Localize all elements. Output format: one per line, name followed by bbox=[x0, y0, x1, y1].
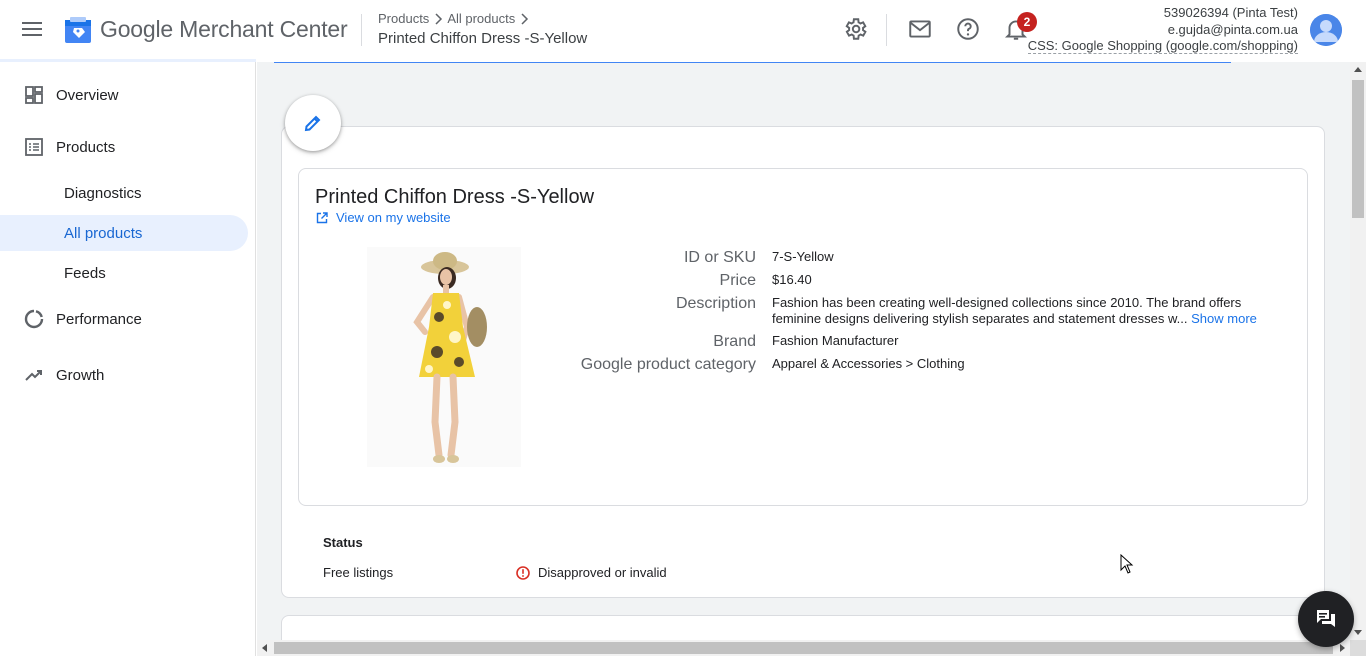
product-detail-card: Printed Chiffon Dress -S-Yellow View on … bbox=[281, 126, 1325, 598]
avatar[interactable] bbox=[1310, 14, 1342, 46]
status-value-text: Disapproved or invalid bbox=[538, 565, 667, 580]
show-more-link[interactable]: Show more bbox=[1191, 311, 1257, 326]
user-avatar-icon bbox=[1310, 14, 1342, 46]
error-alert-icon bbox=[516, 565, 530, 580]
scroll-right-arrow-icon[interactable] bbox=[1340, 644, 1345, 652]
attr-label-sku: ID or SKU bbox=[683, 249, 756, 266]
sidebar-item-feeds[interactable]: Feeds bbox=[0, 255, 248, 291]
product-image bbox=[367, 247, 521, 467]
attr-value-price: $16.40 bbox=[772, 272, 812, 287]
attr-label-brand: Brand bbox=[713, 333, 756, 350]
attribute-values: 7-S-Yellow $16.40 Fashion has been creat… bbox=[772, 169, 1272, 507]
sidebar-item-label: Diagnostics bbox=[64, 184, 142, 202]
status-row-label: Free listings bbox=[323, 565, 394, 580]
account-id: 539026394 (Pinta Test) bbox=[1163, 5, 1298, 20]
attr-label-category: Google product category bbox=[580, 356, 756, 373]
description-text: Fashion has been creating well-designed … bbox=[772, 295, 1242, 326]
horizontal-scrollbar[interactable] bbox=[257, 640, 1350, 656]
breadcrumb: Products All products bbox=[378, 11, 529, 26]
breadcrumb-all-products[interactable]: All products bbox=[447, 11, 515, 26]
main-content: Printed Chiffon Dress -S-Yellow View on … bbox=[257, 62, 1350, 640]
scroll-left-arrow-icon[interactable] bbox=[262, 644, 267, 652]
trending-up-icon bbox=[25, 370, 42, 381]
help-icon[interactable] bbox=[955, 16, 981, 42]
sidebar-item-growth[interactable]: Growth bbox=[0, 357, 248, 393]
attr-value-sku: 7-S-Yellow bbox=[772, 249, 834, 264]
merchant-center-logo-icon bbox=[65, 17, 91, 43]
sidebar-item-performance[interactable]: Performance bbox=[0, 301, 248, 337]
account-info[interactable]: 539026394 (Pinta Test) e.gujda@pinta.com… bbox=[1027, 5, 1298, 55]
sidebar-item-products[interactable]: Products bbox=[0, 129, 248, 165]
attr-label-price: Price bbox=[719, 272, 756, 289]
sidebar-item-diagnostics[interactable]: Diagnostics bbox=[0, 175, 248, 211]
main-menu-button[interactable] bbox=[18, 18, 46, 42]
page-title: Printed Chiffon Dress -S-Yellow bbox=[378, 30, 588, 47]
sidebar-item-label: Growth bbox=[56, 366, 105, 384]
mail-icon[interactable] bbox=[907, 16, 933, 42]
status-row-value: Disapproved or invalid bbox=[516, 565, 667, 580]
status-heading: Status bbox=[323, 535, 363, 550]
scrollbar-corner bbox=[1350, 640, 1366, 656]
header-separator bbox=[886, 14, 887, 46]
chevron-right-icon bbox=[435, 12, 443, 25]
pencil-edit-icon bbox=[304, 115, 321, 132]
sidebar-item-label: Feeds bbox=[64, 264, 106, 282]
sidebar-item-label: Overview bbox=[56, 86, 119, 104]
hamburger-line bbox=[22, 34, 42, 36]
sidebar-item-label: All products bbox=[64, 224, 143, 242]
chat-bubbles-icon bbox=[1317, 610, 1335, 627]
breadcrumb-products[interactable]: Products bbox=[378, 11, 429, 26]
chevron-right-icon bbox=[521, 12, 529, 25]
attr-value-description: Fashion has been creating well-designed … bbox=[772, 295, 1272, 326]
next-section-card bbox=[281, 615, 1325, 640]
sidebar-nav: Overview Products Diagnostics All produc… bbox=[0, 62, 256, 656]
scroll-down-arrow-icon[interactable] bbox=[1354, 630, 1362, 635]
loading-progress-bar bbox=[274, 62, 1231, 63]
attr-label-description: Description bbox=[675, 295, 756, 312]
attr-value-category: Apparel & Accessories > Clothing bbox=[772, 356, 965, 371]
attr-value-brand: Fashion Manufacturer bbox=[772, 333, 899, 348]
horizontal-scroll-thumb[interactable] bbox=[274, 642, 1333, 654]
sidebar-item-label: Products bbox=[56, 138, 116, 156]
scroll-up-arrow-icon[interactable] bbox=[1354, 67, 1362, 72]
vertical-scroll-thumb[interactable] bbox=[1352, 80, 1364, 218]
css-link[interactable]: CSS: Google Shopping (google.com/shoppin… bbox=[1027, 38, 1298, 54]
app-title[interactable]: Google Merchant Center bbox=[100, 16, 348, 43]
mouse-cursor-icon bbox=[1120, 554, 1134, 574]
donut-chart-icon bbox=[24, 309, 44, 329]
list-icon bbox=[25, 138, 43, 156]
hamburger-line bbox=[22, 22, 42, 24]
edit-product-button[interactable] bbox=[285, 95, 341, 151]
hamburger-line bbox=[22, 28, 42, 30]
vertical-scrollbar[interactable] bbox=[1350, 62, 1366, 640]
settings-gear-icon[interactable] bbox=[842, 16, 868, 42]
header-divider bbox=[361, 14, 362, 46]
support-chat-button[interactable] bbox=[1298, 591, 1354, 647]
sidebar-item-label: Performance bbox=[56, 310, 142, 328]
dashboard-icon bbox=[25, 86, 43, 104]
open-in-new-icon bbox=[316, 211, 328, 223]
top-app-bar: Google Merchant Center Products All prod… bbox=[0, 0, 1366, 60]
sidebar-item-all-products[interactable]: All products bbox=[0, 215, 248, 251]
attribute-labels: ID or SKU Price Description Brand Google… bbox=[499, 169, 756, 507]
sidebar-item-overview[interactable]: Overview bbox=[0, 77, 248, 113]
account-email: e.gujda@pinta.com.ua bbox=[1167, 21, 1298, 37]
product-summary-card: Printed Chiffon Dress -S-Yellow View on … bbox=[298, 168, 1308, 506]
view-link-label: View on my website bbox=[336, 210, 451, 225]
view-on-website-link[interactable]: View on my website bbox=[316, 210, 451, 225]
